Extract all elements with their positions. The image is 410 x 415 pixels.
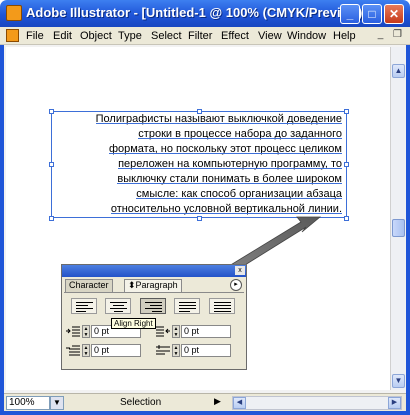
align-right-button[interactable]	[140, 298, 166, 314]
text-line: относительно условной вертикальной линии…	[110, 203, 343, 215]
left-indent-icon	[66, 326, 80, 337]
right-indent-icon	[156, 326, 170, 337]
doc-restore-button[interactable]: ❐	[391, 29, 404, 42]
text-line: смысле: как способ организации абзаца	[136, 188, 342, 200]
status-label[interactable]: Selection	[120, 397, 161, 408]
minimize-button[interactable]: _	[340, 4, 360, 24]
title-bar: Adobe Illustrator - [Untitled-1 @ 100% (…	[0, 0, 410, 27]
selection-handle[interactable]	[49, 162, 54, 167]
scroll-right-icon[interactable]: ▶	[388, 397, 401, 409]
doc-minimize-button[interactable]: _	[374, 29, 387, 42]
document-icon[interactable]	[6, 29, 19, 42]
status-menu-arrow-icon[interactable]: ▶	[214, 396, 221, 407]
vertical-scrollbar[interactable]: ▲ ▼	[390, 47, 405, 390]
space-before-spinner[interactable]: ▲ ▼	[172, 344, 180, 357]
right-indent-spinner[interactable]: ▲ ▼	[172, 325, 180, 338]
selection-handle[interactable]	[344, 109, 349, 114]
menu-filter[interactable]: Filter	[188, 30, 212, 42]
menu-window[interactable]: Window	[287, 30, 326, 42]
close-button[interactable]: ✕	[384, 4, 404, 24]
selection-handle[interactable]	[49, 216, 54, 221]
horizontal-scrollbar[interactable]: ◀ ▶	[232, 396, 402, 410]
tab-paragraph-label: Paragraph	[135, 280, 178, 290]
zoom-field[interactable]: 100%	[6, 396, 50, 410]
text-line: строки в процессе набора до заданного	[138, 128, 342, 140]
zoom-dropdown-icon[interactable]: ▼	[50, 396, 64, 410]
tab-arrows-icon: ⬍	[128, 280, 136, 290]
space-before-input[interactable]: 0 pt	[181, 344, 231, 357]
text-line: выключку стали понимать в более широком	[117, 173, 342, 185]
panel-close-button[interactable]: x	[235, 266, 245, 275]
panel-menu-button[interactable]: ▸	[230, 279, 242, 291]
menu-type[interactable]: Type	[118, 30, 142, 42]
menu-help[interactable]: Help	[333, 30, 356, 42]
menu-select[interactable]: Select	[151, 30, 182, 42]
tab-character[interactable]: Character	[65, 279, 113, 292]
panel-body: ▲ ▼ 0 pt ▲ ▼ 0 pt ▲ ▼ 0 pt ▲ ▼ 0 pt	[64, 292, 244, 368]
selection-handle[interactable]	[49, 109, 54, 114]
selection-handle[interactable]	[344, 216, 349, 221]
justify-button[interactable]	[174, 298, 200, 314]
illustrator-app-icon[interactable]	[6, 5, 22, 21]
selection-handle[interactable]	[197, 216, 202, 221]
first-line-indent-icon	[66, 345, 80, 356]
menu-file[interactable]: File	[26, 30, 44, 42]
menu-effect[interactable]: Effect	[221, 30, 249, 42]
selection-handle[interactable]	[344, 162, 349, 167]
maximize-button[interactable]: □	[362, 4, 382, 24]
menu-bar: File Edit Object Type Select Filter Effe…	[0, 27, 410, 45]
first-line-indent-input[interactable]: 0 pt	[91, 344, 141, 357]
selection-handle[interactable]	[197, 109, 202, 114]
text-line: Полиграфисты называют выключкой доведени…	[95, 113, 343, 125]
menu-edit[interactable]: Edit	[53, 30, 72, 42]
indent-row-2: ▲ ▼ 0 pt ▲ ▼ 0 pt	[64, 343, 244, 359]
paragraph-panel[interactable]: x Character ⬍Paragraph ▸ ▲ ▼ 0 pt ▲ ▼ 0 …	[61, 264, 247, 370]
text-line: формата, но поскольку этот процесс целик…	[108, 143, 343, 155]
first-line-indent-spinner[interactable]: ▲ ▼	[82, 344, 90, 357]
scroll-left-icon[interactable]: ◀	[233, 397, 246, 409]
vertical-scroll-thumb[interactable]	[392, 219, 405, 237]
scroll-up-icon[interactable]: ▲	[392, 64, 405, 78]
space-before-icon	[156, 345, 170, 355]
menu-object[interactable]: Object	[80, 30, 112, 42]
left-indent-spinner[interactable]: ▲ ▼	[82, 325, 90, 338]
align-center-button[interactable]	[105, 298, 131, 314]
right-indent-input[interactable]: 0 pt	[181, 325, 231, 338]
align-right-tooltip: Align Right	[111, 318, 156, 329]
tab-paragraph[interactable]: ⬍Paragraph	[124, 279, 182, 292]
text-frame[interactable]: Полиграфисты называют выключкой доведени…	[51, 111, 347, 218]
scroll-down-icon[interactable]: ▼	[392, 374, 405, 388]
window-title: Adobe Illustrator - [Untitled-1 @ 100% (…	[26, 5, 367, 20]
status-bar: 100% ▼ Selection ▶ ◀ ▶	[4, 393, 406, 411]
menu-view[interactable]: View	[258, 30, 282, 42]
justify-all-button[interactable]	[209, 298, 235, 314]
text-line: переложен на компьютерную программу, то	[118, 158, 342, 170]
align-left-button[interactable]	[71, 298, 97, 314]
panel-title-bar[interactable]: x	[62, 265, 246, 277]
